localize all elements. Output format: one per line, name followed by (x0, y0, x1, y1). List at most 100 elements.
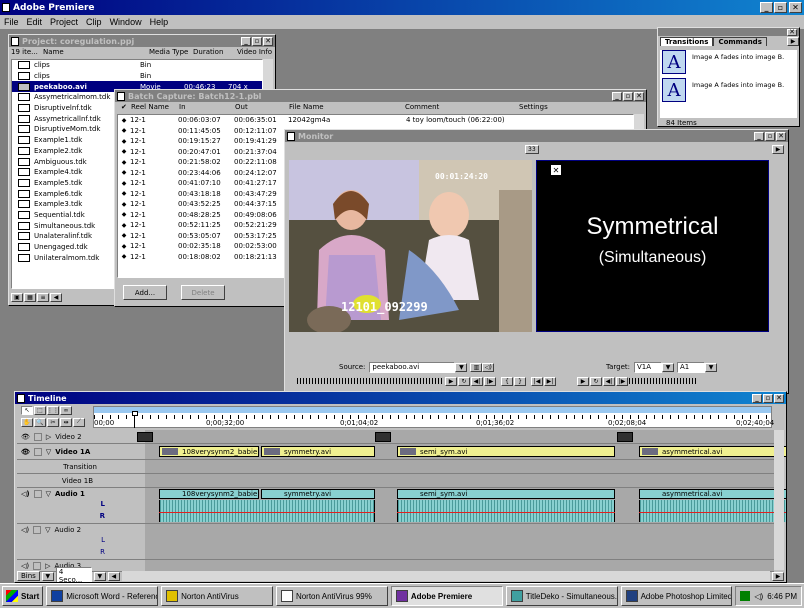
column-duration[interactable]: Duration (191, 48, 235, 56)
taskbar-item-premiere[interactable]: Adobe Premiere (390, 586, 503, 606)
menu-clip[interactable]: Clip (82, 17, 106, 27)
selection-tool-icon[interactable]: ↖ (21, 406, 33, 415)
column-in[interactable]: In (177, 103, 233, 111)
track-body[interactable] (137, 430, 774, 443)
menu-help[interactable]: Help (146, 17, 173, 27)
minimize-button[interactable]: _ (760, 2, 773, 13)
taskbar-item-photoshop[interactable]: Adobe Photoshop Limited ... (620, 586, 733, 606)
chevron-down-icon[interactable]: ▼ (41, 571, 54, 581)
program-badge[interactable]: 33 (525, 144, 539, 154)
expand-icon[interactable]: ▷ (46, 433, 51, 441)
collapse-icon[interactable]: ▽ (45, 526, 50, 534)
work-area-bar[interactable] (94, 407, 771, 413)
mark-in-icon[interactable]: { (501, 376, 513, 386)
track-body[interactable] (145, 524, 774, 559)
target-jog-bar[interactable] (629, 378, 697, 384)
tab-transitions[interactable]: Transitions (660, 37, 714, 46)
thumbnail-view-icon[interactable]: ▦ (24, 292, 36, 302)
step-forward-icon[interactable]: |▶ (616, 376, 628, 386)
list-view-icon[interactable]: ≡ (37, 292, 49, 302)
play-icon[interactable]: ▶ (445, 376, 457, 386)
source-select[interactable]: peekaboo.avi (369, 361, 456, 373)
source-jog-bar[interactable] (297, 378, 442, 384)
track-body[interactable]: 108verysynm2_babie... symmetry.avi semi_… (145, 488, 786, 523)
table-row[interactable]: ◆ 12-1 00:06:03:07 00:06:35:01 12042gm4a 4 to… (118, 115, 633, 126)
close-icon[interactable]: ✕ (551, 165, 561, 175)
expand-icon[interactable]: ▷ (45, 562, 50, 570)
taskbar-item-norton-progress[interactable]: Norton AntiVirus 99% (275, 586, 388, 606)
timeline-ruler[interactable]: 00;00 0;00;32;00 0;01;04;02 0;01;36;02 0… (93, 406, 774, 429)
taskbar-item-titledeko[interactable]: TitleDeko - Simultaneous.tdk (505, 586, 618, 606)
column-out[interactable]: Out (233, 103, 287, 111)
play-icon[interactable]: ▶ (577, 376, 589, 386)
track-body[interactable]: 108verysynm2_babie... symmetry.avi semi_… (145, 444, 786, 459)
project-maximize-button[interactable]: ▫ (252, 36, 262, 46)
tray-network-icon[interactable] (740, 591, 751, 601)
chevron-down-icon[interactable]: ▼ (93, 571, 106, 581)
loop-icon[interactable]: ↻ (590, 376, 602, 386)
column-comment[interactable]: Comment (403, 103, 517, 111)
track-body[interactable] (145, 474, 774, 487)
lock-icon[interactable] (33, 447, 42, 456)
lock-icon[interactable] (33, 561, 42, 570)
bins-button[interactable]: Bins (17, 571, 40, 581)
timeline-maximize-button[interactable]: ▫ (763, 393, 773, 403)
panel-menu-icon[interactable]: ▶ (787, 37, 799, 46)
taskbar-item-norton[interactable]: Norton AntiVirus (161, 586, 273, 606)
video-clip[interactable]: 108verysynm2_babie... (159, 446, 259, 457)
audio-clip[interactable]: symmetry.avi (261, 489, 375, 499)
close-button[interactable]: ✕ (789, 2, 802, 13)
scroll-left-icon[interactable]: ◀ (107, 571, 120, 581)
add-button[interactable]: Add... (123, 285, 167, 300)
in-out-tool-icon[interactable]: ⇹ (60, 417, 72, 427)
video-clip[interactable]: asymmetrical.avi (639, 446, 786, 457)
speaker-icon[interactable]: ◁) (482, 362, 495, 372)
chevron-down-icon[interactable]: ▼ (455, 362, 468, 372)
list-item[interactable]: A Image A fades into image B. (662, 50, 795, 74)
hand-tool-icon[interactable]: ✋ (21, 417, 33, 427)
monitor-minimize-button[interactable]: _ (754, 131, 764, 141)
goto-in-icon[interactable]: |◀ (531, 376, 543, 386)
tray-volume-icon[interactable]: ◁) (754, 592, 763, 601)
fade-tool-icon[interactable]: ⟋ (73, 417, 85, 427)
eye-icon[interactable]: 👁 (21, 433, 30, 441)
audio-clip[interactable]: semi_sym.avi (397, 489, 615, 499)
chevron-down-icon[interactable]: ▼ (705, 362, 718, 372)
project-minimize-button[interactable]: _ (241, 36, 251, 46)
zoom-tool-icon[interactable]: 🔍 (34, 417, 46, 427)
speaker-icon[interactable]: ◁) (21, 562, 29, 570)
playhead[interactable] (132, 407, 138, 429)
eye-icon[interactable]: 👁 (21, 448, 30, 456)
title-clip[interactable] (617, 432, 633, 442)
timeline-close-button[interactable]: ✕ (774, 393, 784, 403)
tab-commands[interactable]: Commands (713, 37, 767, 46)
monitor-maximize-button[interactable]: ▫ (765, 131, 775, 141)
timeline-minimize-button[interactable]: _ (752, 393, 762, 403)
filmstrip-icon[interactable]: ▥ (470, 362, 483, 372)
lock-icon[interactable] (33, 432, 42, 441)
column-settings[interactable]: Settings (517, 103, 577, 111)
restore-button[interactable]: ▫ (774, 2, 787, 13)
column-video-info[interactable]: Video Info (235, 48, 275, 56)
transitions-close-button[interactable]: ✕ (787, 28, 797, 36)
title-clip[interactable] (375, 432, 391, 442)
monitor-menu-icon[interactable]: ▶ (772, 144, 784, 154)
target-video-select[interactable]: V1A (634, 361, 663, 373)
link-tool-icon[interactable]: ∞ (60, 406, 72, 415)
list-item[interactable]: A Image A fades into image B. (662, 78, 795, 102)
timeline-hscrollbar[interactable] (121, 571, 770, 581)
batch-minimize-button[interactable]: _ (612, 91, 622, 101)
target-audio-select[interactable]: A1 (677, 361, 706, 373)
step-back-icon[interactable]: ◀| (471, 376, 483, 386)
project-close-button[interactable]: ✕ (263, 36, 273, 46)
scroll-left-icon[interactable]: ◀ (50, 292, 62, 302)
audio-clip[interactable]: asymmetrical.avi (639, 489, 786, 499)
menu-edit[interactable]: Edit (23, 17, 47, 27)
track-select-tool-icon[interactable]: ⋮⋮ (47, 406, 59, 415)
monitor-close-button[interactable]: ✕ (776, 131, 786, 141)
column-media-type[interactable]: Media Type (147, 48, 191, 56)
icon-view-icon[interactable]: ▣ (11, 292, 23, 302)
lock-icon[interactable] (33, 490, 42, 498)
razor-tool-icon[interactable]: ✂ (47, 417, 59, 427)
video-clip[interactable]: symmetry.avi (261, 446, 375, 457)
